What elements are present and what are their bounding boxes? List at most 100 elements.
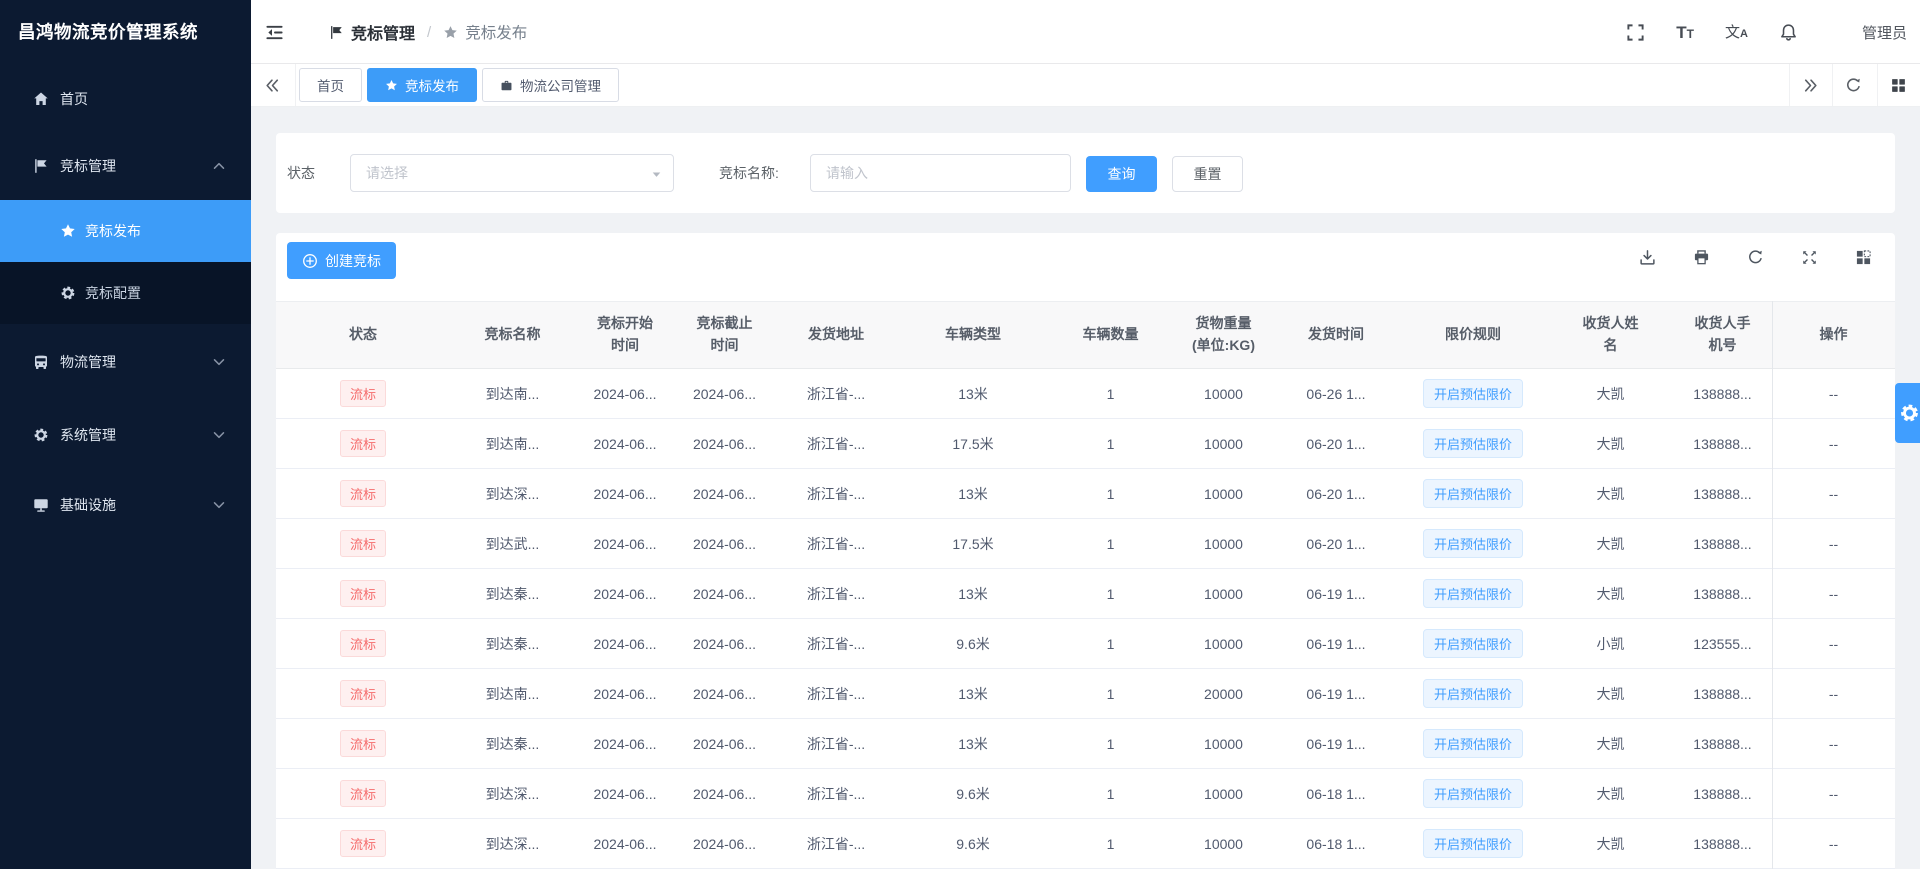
cell-text: 2024-06... — [593, 435, 657, 452]
translate-icon[interactable]: 文A — [1725, 25, 1748, 40]
fullscreen-icon[interactable] — [1626, 23, 1645, 42]
chevron-up-icon — [211, 158, 227, 174]
cell: 大凯 — [1548, 768, 1673, 819]
cell: 开启预估限价 — [1398, 368, 1548, 419]
cell-text: 06-19 1... — [1306, 585, 1366, 602]
table-row: 流标 到达武... 2024-06... 2024-06... 浙江省-... 17.5米… — [276, 518, 1895, 569]
column-header-line: 收货人手 — [1694, 315, 1751, 332]
expand-fullscreen-icon[interactable] — [1801, 249, 1818, 266]
sidebar-item-7[interactable]: 基础设施 — [0, 470, 251, 540]
sidebar-item-2[interactable]: 竞标管理 — [0, 132, 251, 200]
column-header-line: 竞标名称 — [484, 326, 541, 343]
tab-3[interactable]: 物流公司管理 — [482, 68, 619, 102]
cell: 13米 — [898, 568, 1048, 619]
cell-text: 138888... — [1693, 735, 1752, 752]
cell-text: 2024-06... — [692, 485, 757, 502]
table-row: 流标 到达秦... 2024-06... 2024-06... 浙江省-... 9.6米 1… — [276, 618, 1895, 669]
app-root: { "app": { "title": "昌鸿物流竞价管理系统", "user"… — [0, 0, 1920, 869]
cell-text: 9.6米 — [956, 785, 990, 802]
divider — [1877, 64, 1878, 106]
sidebar-item-1[interactable]: 首页 — [0, 66, 251, 132]
sidebar-item-3[interactable]: 竞标发布 — [0, 200, 251, 262]
status-badge: 流标 — [339, 480, 386, 507]
tab-1[interactable]: 首页 — [299, 68, 362, 102]
cell-text: 大凯 — [1596, 735, 1625, 752]
cell-text: 138888... — [1693, 385, 1752, 402]
tabs-refresh-icon[interactable] — [1845, 77, 1862, 94]
cell: 06-26 1... — [1274, 368, 1398, 419]
table-row: 流标 到达秦... 2024-06... 2024-06... 浙江省-... 13米 1 1… — [276, 568, 1895, 619]
cell: 10000 — [1173, 618, 1274, 669]
monitor-icon — [33, 497, 49, 513]
cell-text: 10000 — [1204, 585, 1243, 602]
refresh-icon[interactable] — [1747, 249, 1764, 266]
print-icon[interactable] — [1693, 249, 1710, 266]
sidebar-item-5[interactable]: 物流管理 — [0, 324, 251, 400]
cell: 流标 — [276, 418, 450, 469]
tabs-scroll-right-icon[interactable] — [1802, 77, 1819, 94]
cell: 2024-06... — [575, 668, 675, 719]
cell: 10000 — [1173, 418, 1274, 469]
cell: 浙江省-... — [774, 468, 898, 519]
table-row: 流标 到达南... 2024-06... 2024-06... 浙江省-... 13米 1 1… — [276, 368, 1895, 419]
plus-circle-icon — [302, 253, 318, 269]
cell-text: 浙江省-... — [806, 835, 866, 852]
export-download-icon[interactable] — [1639, 249, 1656, 266]
cell: 138888... — [1673, 418, 1772, 469]
cell-text: 1 — [1106, 435, 1115, 452]
column-header: 竞标截止 时间 — [675, 301, 774, 369]
price-rule-badge: 开启预估限价 — [1422, 679, 1523, 708]
table-toolbar — [1639, 249, 1872, 266]
font-size-icon[interactable]: TT — [1676, 24, 1694, 41]
theme-settings-flyout[interactable] — [1895, 383, 1920, 443]
cell: 2024-06... — [675, 418, 774, 469]
tabs-scroll-left-icon[interactable] — [264, 77, 281, 94]
cell: -- — [1772, 718, 1895, 769]
cell: 138888... — [1673, 518, 1772, 569]
cell: 2024-06... — [675, 618, 774, 669]
sidebar-item-6[interactable]: 系统管理 — [0, 400, 251, 470]
cell: 到达深... — [450, 818, 575, 869]
cell: 10000 — [1173, 468, 1274, 519]
cell-text: -- — [1828, 785, 1839, 802]
cell-text: -- — [1828, 485, 1839, 502]
breadcrumb-current: 竞标发布 — [465, 25, 528, 42]
cell-text: 138888... — [1693, 585, 1752, 602]
cell: 9.6米 — [898, 618, 1048, 669]
cell-text: 大凯 — [1596, 385, 1625, 402]
cell: 1 — [1048, 518, 1173, 569]
sidebar-collapse-icon[interactable] — [265, 23, 284, 41]
bid-name-input[interactable] — [810, 154, 1071, 192]
cell: 2024-06... — [575, 718, 675, 769]
cell: 浙江省-... — [774, 518, 898, 569]
cell-text: 1 — [1106, 735, 1115, 752]
cell: 大凯 — [1548, 718, 1673, 769]
cell: 138888... — [1673, 818, 1772, 869]
column-settings-icon[interactable] — [1855, 249, 1872, 266]
cell: 2024-06... — [575, 468, 675, 519]
cell-text: 06-20 1... — [1306, 485, 1366, 502]
cell-text: 大凯 — [1596, 535, 1625, 552]
notification-bell-icon[interactable] — [1779, 23, 1798, 42]
reset-button[interactable]: 重置 — [1172, 156, 1243, 192]
tabs-layout-grid-icon[interactable] — [1890, 77, 1907, 94]
status-badge: 流标 — [339, 380, 386, 407]
table-row: 流标 到达深... 2024-06... 2024-06... 浙江省-... 9.6米 1… — [276, 818, 1895, 869]
cell-text: 浙江省-... — [806, 785, 866, 802]
tab-label: 物流公司管理 — [520, 79, 601, 94]
tab-2[interactable]: 竞标发布 — [367, 68, 477, 102]
user-menu[interactable]: 管理员 — [1862, 22, 1907, 43]
breadcrumb-parent[interactable]: 竞标管理 — [351, 20, 415, 44]
search-button[interactable]: 查询 — [1086, 156, 1157, 192]
status-select[interactable]: 请选择 — [350, 154, 674, 192]
cell-text: 10000 — [1204, 435, 1243, 452]
price-rule-badge: 开启预估限价 — [1422, 379, 1523, 408]
create-bid-button[interactable]: 创建竞标 — [287, 242, 396, 279]
cell: 2024-06... — [575, 818, 675, 869]
cell: 1 — [1048, 618, 1173, 669]
cell-text: 2024-06... — [692, 835, 757, 852]
cell: 06-19 1... — [1274, 718, 1398, 769]
sidebar-item-4[interactable]: 竞标配置 — [0, 262, 251, 324]
column-header: 发货地址 — [774, 301, 898, 369]
cell-text: 138888... — [1693, 835, 1752, 852]
